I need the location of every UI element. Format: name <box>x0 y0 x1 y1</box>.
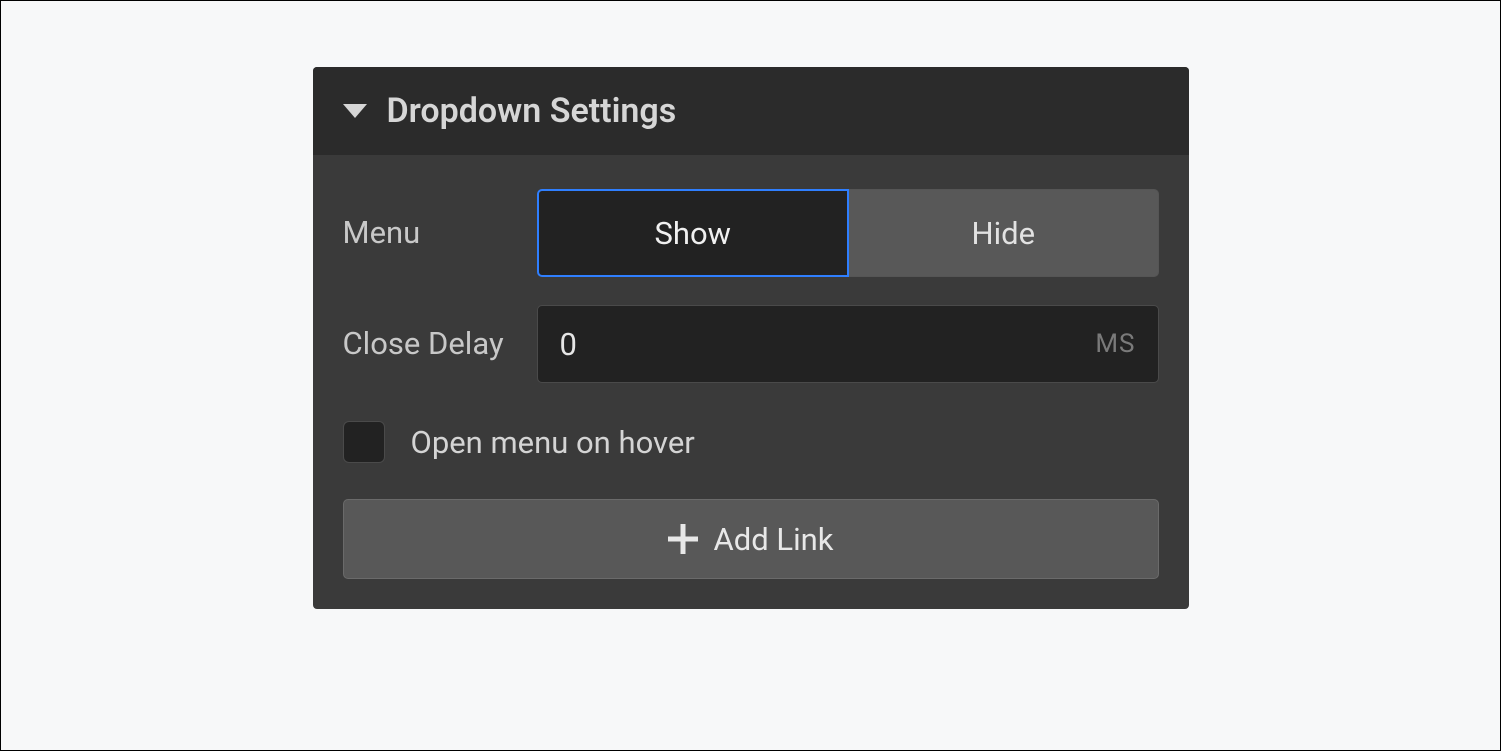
open-on-hover-checkbox[interactable] <box>343 421 385 463</box>
menu-hide-button[interactable]: Hide <box>849 189 1159 277</box>
menu-label: Menu <box>343 214 529 253</box>
close-delay-label: Close Delay <box>343 325 529 364</box>
plus-icon <box>668 524 698 554</box>
chevron-down-icon <box>343 104 367 118</box>
close-delay-input-wrap: MS <box>537 305 1159 383</box>
add-link-button[interactable]: Add Link <box>343 499 1159 579</box>
panel-body: Menu Show Hide Close Delay MS Open menu … <box>313 155 1189 609</box>
close-delay-row: Close Delay MS <box>343 305 1159 383</box>
panel-header[interactable]: Dropdown Settings <box>313 67 1189 155</box>
dropdown-settings-panel: Dropdown Settings Menu Show Hide Close D… <box>313 67 1189 609</box>
open-on-hover-label: Open menu on hover <box>411 424 695 461</box>
panel-title: Dropdown Settings <box>387 91 677 131</box>
menu-show-button[interactable]: Show <box>537 189 850 277</box>
close-delay-input[interactable] <box>560 326 1096 363</box>
close-delay-unit: MS <box>1095 329 1135 359</box>
hover-row: Open menu on hover <box>343 411 1159 471</box>
menu-row: Menu Show Hide <box>343 189 1159 277</box>
menu-toggle-group: Show Hide <box>537 189 1159 277</box>
add-link-label: Add Link <box>714 521 834 558</box>
